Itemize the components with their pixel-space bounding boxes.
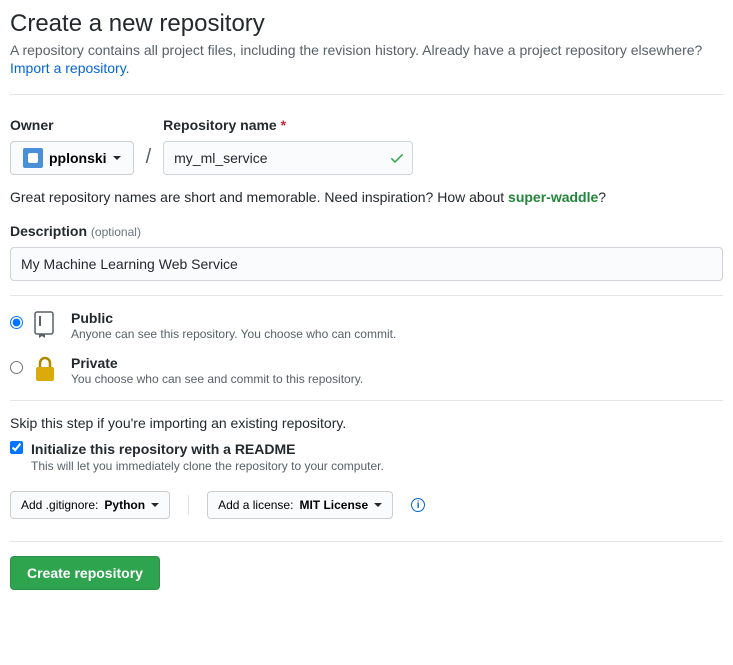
- owner-value: pplonski: [49, 150, 107, 166]
- public-radio[interactable]: [10, 316, 23, 329]
- divider: [10, 400, 723, 401]
- chevron-down-icon: [113, 156, 121, 160]
- name-suggestion[interactable]: super-waddle: [508, 189, 598, 205]
- divider: [10, 94, 723, 95]
- repo-name-label: Repository name *: [163, 117, 413, 133]
- info-icon[interactable]: i: [411, 498, 425, 512]
- check-icon: [389, 150, 405, 166]
- avatar-icon: [23, 148, 43, 168]
- description-input[interactable]: [10, 247, 723, 281]
- private-radio[interactable]: [10, 361, 23, 374]
- name-hint: Great repository names are short and mem…: [10, 189, 723, 205]
- owner-dropdown[interactable]: pplonski: [10, 141, 134, 175]
- chevron-down-icon: [151, 503, 159, 507]
- skip-note: Skip this step if you're importing an ex…: [10, 415, 723, 431]
- slash-separator: /: [146, 124, 152, 169]
- lock-icon: [33, 355, 61, 386]
- readme-title: Initialize this repository with a README: [31, 441, 384, 457]
- public-desc: Anyone can see this repository. You choo…: [71, 327, 396, 341]
- chevron-down-icon: [374, 503, 382, 507]
- create-repo-button[interactable]: Create repository: [10, 556, 160, 590]
- divider: [10, 541, 723, 542]
- private-desc: You choose who can see and commit to thi…: [71, 372, 363, 386]
- owner-label: Owner: [10, 117, 134, 133]
- separator: [188, 495, 189, 515]
- repo-name-input[interactable]: [163, 141, 413, 175]
- import-link[interactable]: Import a repository.: [10, 60, 130, 76]
- page-title: Create a new repository: [10, 10, 723, 38]
- readme-checkbox[interactable]: [10, 441, 23, 454]
- repo-icon: [33, 310, 61, 341]
- divider: [10, 295, 723, 296]
- gitignore-dropdown[interactable]: Add .gitignore: Python: [10, 491, 170, 519]
- description-label: Description (optional): [10, 223, 723, 239]
- page-subtitle: A repository contains all project files,…: [10, 42, 723, 58]
- public-title: Public: [71, 310, 396, 326]
- license-dropdown[interactable]: Add a license: MIT License: [207, 491, 393, 519]
- readme-desc: This will let you immediately clone the …: [31, 459, 384, 473]
- private-title: Private: [71, 355, 363, 371]
